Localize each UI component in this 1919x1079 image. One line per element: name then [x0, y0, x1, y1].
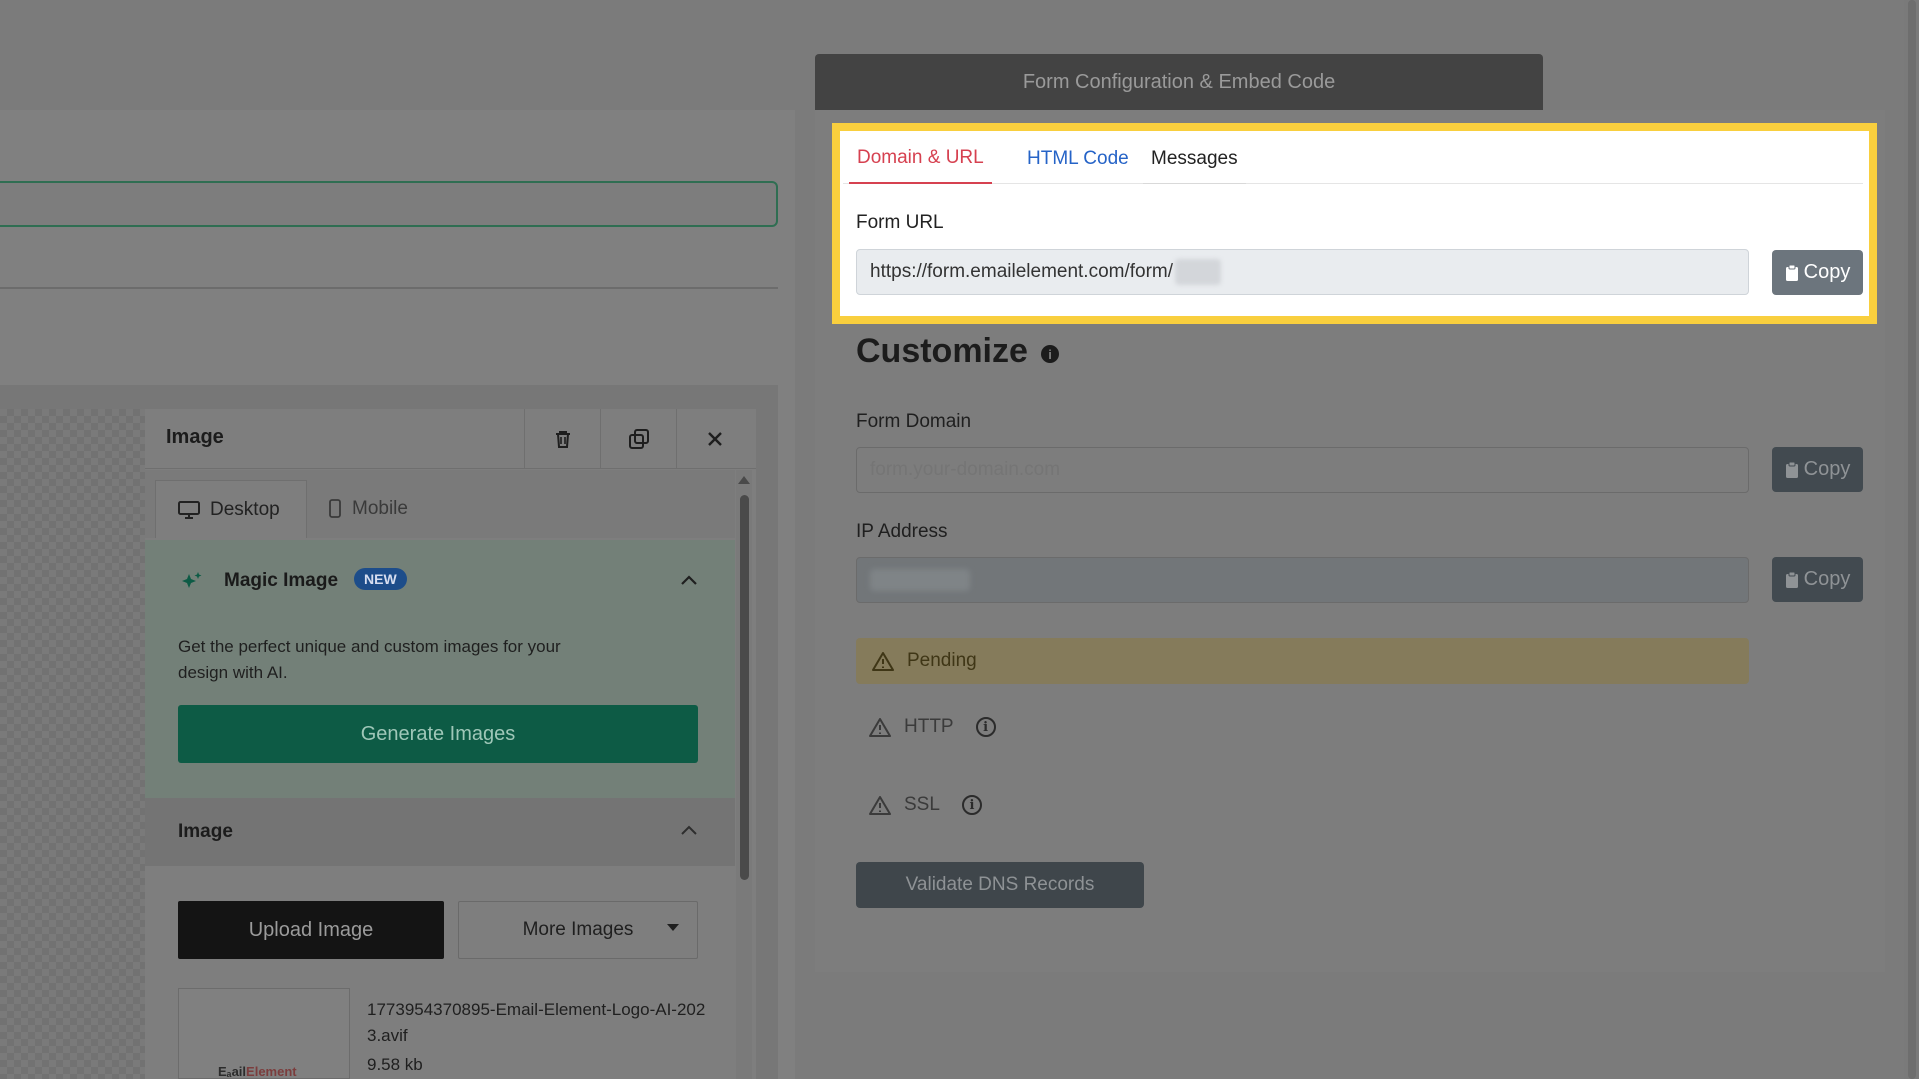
close-panel-button[interactable]: [676, 409, 752, 469]
logo-text-a: Eₐail: [218, 1064, 247, 1079]
http-status: HTTP i: [868, 716, 996, 738]
sparkle-icon: [182, 572, 202, 588]
form-url-input[interactable]: https://form.emailelement.com/form/: [856, 249, 1749, 295]
editor-divider: [0, 287, 778, 289]
chevron-up-icon[interactable]: [680, 574, 698, 586]
info-circle-icon[interactable]: i: [961, 795, 982, 815]
mobile-icon: [329, 499, 341, 518]
form-url-label: Form URL: [856, 212, 944, 233]
ssl-status: SSL i: [868, 794, 982, 816]
info-circle-icon[interactable]: i: [975, 717, 996, 737]
pending-label: Pending: [907, 650, 977, 671]
delete-button[interactable]: [524, 409, 600, 469]
copy-icon: [628, 429, 649, 449]
file-size: 9.58 kb: [367, 1055, 423, 1074]
modal-title: Form Configuration & Embed Code: [1022, 70, 1336, 93]
tab-desktop[interactable]: Desktop: [155, 480, 307, 538]
magic-image-description: Get the perfect unique and custom images…: [178, 637, 561, 682]
editor-input-field[interactable]: [0, 181, 778, 227]
redacted-ip: [870, 569, 970, 591]
scroll-up-arrow-icon[interactable]: [738, 476, 750, 484]
validate-dns-button[interactable]: Validate DNS Records: [856, 862, 1144, 908]
modal-header: Form Configuration & Embed Code: [815, 54, 1543, 110]
pending-status-banner: Pending: [856, 638, 1749, 684]
config-tabs: Domain & URL HTML Code Messages: [843, 134, 1863, 184]
image-section-title: Image: [178, 821, 233, 842]
logo-text-b: Element: [246, 1064, 297, 1079]
copy-form-domain-button[interactable]: Copy: [1772, 447, 1863, 492]
image-section-header[interactable]: Image: [145, 798, 735, 866]
form-domain-input[interactable]: [856, 447, 1749, 493]
chevron-up-icon[interactable]: [680, 824, 698, 836]
copy-label: Copy: [1803, 458, 1851, 480]
thumbnail-logo: EₐailElement: [218, 1064, 297, 1079]
tab-messages[interactable]: Messages: [1143, 134, 1246, 184]
http-label: HTTP: [904, 716, 954, 737]
magic-image-title: Magic Image: [224, 570, 339, 591]
ssl-label: SSL: [904, 794, 940, 815]
redacted-form-id: [1175, 259, 1222, 285]
copy-form-url-button[interactable]: Copy: [1772, 250, 1863, 295]
tab-domain-url[interactable]: Domain & URL: [849, 134, 992, 184]
copy-ip-address-button[interactable]: Copy: [1772, 557, 1863, 602]
form-url-value: https://form.emailelement.com/form/: [870, 261, 1174, 282]
customize-heading: Customize: [856, 332, 1028, 370]
duplicate-button[interactable]: [600, 409, 676, 469]
ip-address-label: IP Address: [856, 521, 948, 542]
generate-images-button[interactable]: Generate Images: [178, 705, 698, 763]
new-badge: NEW: [354, 568, 407, 590]
info-icon[interactable]: i: [1041, 345, 1059, 363]
clipboard-icon: [1785, 571, 1798, 588]
tab-mobile[interactable]: Mobile: [328, 480, 408, 538]
transparent-canvas-pattern: [0, 409, 145, 1079]
clipboard-icon: [1785, 264, 1798, 281]
ip-address-input[interactable]: [856, 557, 1749, 603]
desktop-icon: [178, 500, 200, 519]
close-icon: [707, 432, 722, 446]
caret-down-icon: [667, 924, 679, 931]
file-name: 1773954370895-Email-Element-Logo-AI-2023…: [367, 1000, 706, 1045]
trash-icon: [555, 431, 570, 448]
more-images-label: More Images: [522, 919, 634, 940]
tab-html-code[interactable]: HTML Code: [1019, 134, 1137, 184]
warning-icon: [872, 651, 894, 671]
tab-desktop-label: Desktop: [210, 498, 280, 520]
image-panel-title: Image: [166, 426, 224, 448]
page-scrollbar-thumb[interactable]: [1908, 0, 1916, 1079]
more-images-dropdown[interactable]: More Images: [458, 901, 698, 959]
tab-mobile-label: Mobile: [352, 498, 408, 519]
copy-label: Copy: [1803, 261, 1851, 283]
warning-icon: [869, 795, 891, 815]
panel-scrollbar-thumb[interactable]: [740, 495, 749, 880]
warning-icon: [869, 717, 891, 737]
upload-image-button[interactable]: Upload Image: [178, 901, 444, 959]
form-domain-label: Form Domain: [856, 411, 972, 432]
clipboard-icon: [1785, 461, 1798, 478]
copy-label: Copy: [1803, 568, 1851, 590]
